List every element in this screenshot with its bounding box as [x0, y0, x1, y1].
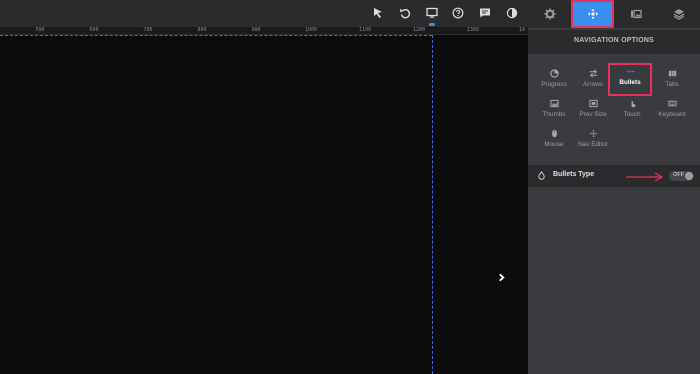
nav-option-arrows[interactable]: Arrows: [571, 67, 615, 95]
toggle-state-text: OFF: [673, 172, 684, 178]
prev-size-icon: [588, 99, 598, 107]
bullets-type-label: Bullets Type: [553, 171, 595, 178]
keyboard-icon: [667, 100, 677, 106]
nav-option-label: Arrows: [583, 81, 603, 88]
nav-option-thumbs[interactable]: Thumbs: [532, 97, 576, 125]
bullets-type-toggle[interactable]: OFF: [669, 171, 694, 181]
toggle-knob: [685, 172, 693, 180]
nav-option-keyboard[interactable]: Keyboard: [650, 97, 694, 125]
help-icon: [452, 7, 464, 19]
nav-option-label: Tabs: [665, 81, 679, 88]
help-button[interactable]: [448, 3, 468, 23]
nav-option-mouse[interactable]: Mouse: [532, 127, 576, 155]
nav-option-nav-editor[interactable]: Nav Editor: [571, 127, 615, 155]
arrows-icon: [589, 69, 597, 77]
ruler-tick: 1100: [358, 27, 372, 33]
nav-option-label: Mouse: [544, 141, 564, 148]
ruler-tick: 700: [143, 27, 153, 33]
ruler-tick: 600: [89, 27, 99, 33]
nav-editor-icon: [589, 129, 597, 137]
drop-icon: [538, 171, 545, 180]
desktop-view-button[interactable]: [422, 3, 442, 26]
desktop-icon: [426, 7, 438, 18]
undo-icon: [400, 8, 411, 19]
ruler-tick: 14: [518, 27, 526, 33]
undo-button[interactable]: [395, 3, 415, 23]
settings-panel: NAVIGATION OPTIONS Progress Arrows Bulle…: [528, 0, 700, 374]
nav-option-progress[interactable]: Progress: [532, 67, 576, 95]
ruler-tick: 1000: [304, 27, 318, 33]
horizontal-ruler: 500 600 700 800 900 1000 1100 1200 1300 …: [0, 27, 528, 35]
slides-icon: [630, 9, 642, 19]
layers-icon: [673, 9, 684, 20]
tab-navigation[interactable]: [571, 0, 614, 28]
nav-option-label: Touch: [623, 111, 641, 118]
nav-option-prev-size[interactable]: Prev Size: [571, 97, 615, 125]
nav-option-bullets[interactable]: Bullets: [608, 63, 652, 96]
navigation-options-heading: NAVIGATION OPTIONS: [528, 30, 700, 54]
ruler-tick: 500: [35, 27, 45, 33]
annotation-arrow-icon: [626, 172, 664, 182]
ruler-tick: 1300: [466, 27, 480, 33]
bullets-type-row[interactable]: Bullets Type OFF: [528, 165, 700, 187]
cursor-tool-button[interactable]: [368, 3, 388, 23]
comment-icon: [480, 8, 490, 18]
nav-option-label: Progress: [541, 81, 567, 88]
contrast-icon: [506, 7, 518, 19]
tabs-icon: [668, 70, 676, 76]
nav-option-tabs[interactable]: Tabs: [650, 67, 694, 95]
chevron-right-icon: [498, 273, 505, 281]
nav-option-label: Nav Editor: [578, 141, 608, 148]
tab-slides[interactable]: [614, 0, 657, 28]
progress-icon: [549, 68, 559, 78]
slider-next-arrow[interactable]: [494, 270, 508, 284]
slide-canvas[interactable]: [0, 35, 528, 374]
guide-line-vertical: [432, 35, 433, 374]
tab-general-settings[interactable]: [528, 0, 571, 28]
navigation-icon: [587, 8, 598, 20]
nav-option-label: Thumbs: [542, 111, 566, 118]
nav-option-label: Keyboard: [658, 111, 686, 118]
gear-icon: [544, 8, 555, 20]
app-window: 500 600 700 800 900 1000 1100 1200 1300 …: [0, 0, 700, 374]
ruler-tick: 800: [197, 27, 207, 33]
mouse-icon: [551, 129, 557, 137]
bullets-icon: [626, 70, 634, 72]
nav-option-label: Prev Size: [579, 111, 607, 118]
guide-line-horizontal: [0, 35, 432, 36]
nav-option-touch[interactable]: Touch: [610, 97, 654, 125]
contrast-toggle-button[interactable]: [502, 3, 522, 23]
tab-layers[interactable]: [657, 0, 700, 28]
top-toolbar: [0, 0, 528, 27]
ruler-tick: 1200: [412, 27, 426, 33]
cursor-icon: [374, 8, 382, 18]
touch-icon: [631, 100, 635, 107]
nav-option-label: Bullets: [619, 79, 641, 86]
ruler-tick: 900: [251, 27, 261, 33]
comment-button[interactable]: [475, 3, 495, 23]
thumbs-icon: [549, 99, 559, 107]
panel-tab-bar: [528, 0, 700, 28]
